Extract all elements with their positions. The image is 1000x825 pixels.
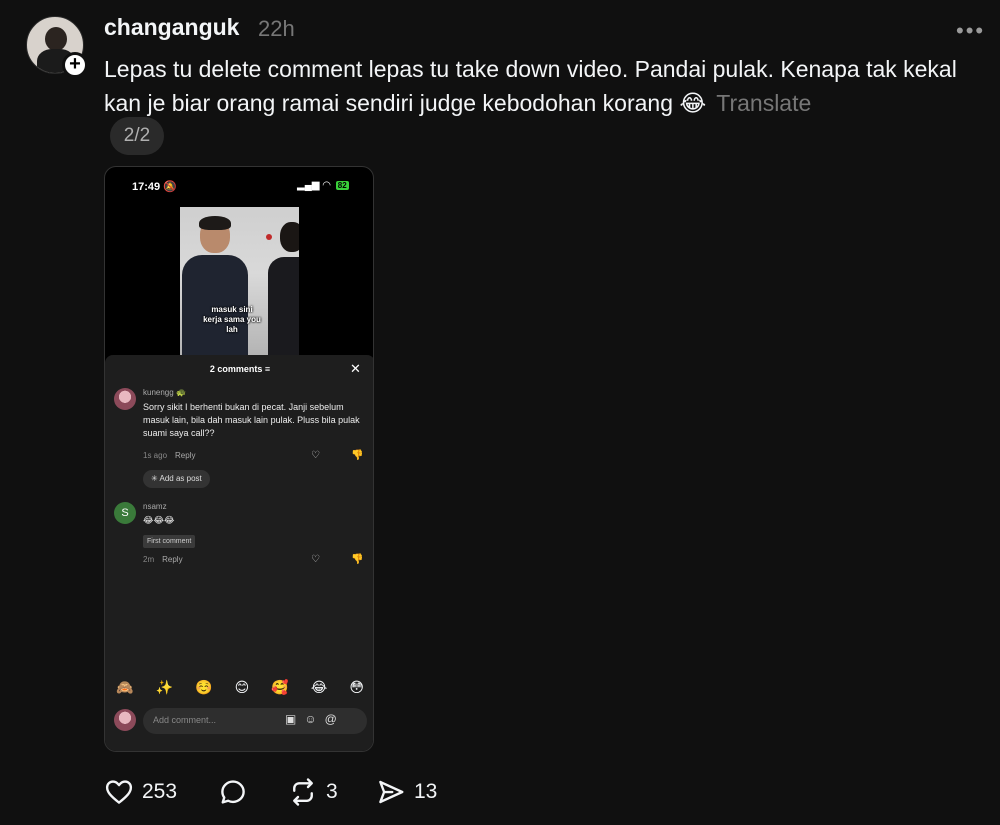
heart-icon[interactable]: ♡ xyxy=(311,450,320,461)
more-options-icon[interactable]: ••• xyxy=(956,18,985,44)
comment-time: 1s ago xyxy=(143,451,168,460)
post-text: Lepas tu delete comment lepas tu take do… xyxy=(104,52,984,120)
dislike-icon[interactable]: 👎 xyxy=(351,554,363,565)
person-hair xyxy=(199,216,231,230)
self-avatar xyxy=(114,709,136,731)
commenter-name-text: kunengg xyxy=(143,388,174,397)
status-bar-time: 17:49 🔕 xyxy=(132,180,177,193)
second-person-figure xyxy=(268,257,299,355)
first-comment-tag: First comment xyxy=(143,535,196,548)
comment-text: 😂😂😂 xyxy=(143,515,175,525)
send-icon xyxy=(379,780,404,804)
comment-text: Sorry sikit I berhenti bukan di pecat. J… xyxy=(143,402,360,438)
repost-icon xyxy=(293,778,313,806)
translate-link[interactable]: Translate xyxy=(716,90,811,116)
comment-input[interactable]: Add comment... ▣☺@ xyxy=(143,708,367,734)
like-button[interactable]: 253 xyxy=(104,772,177,812)
comment-input-placeholder: Add comment... xyxy=(153,715,217,725)
status-time-text: 17:49 xyxy=(132,181,161,193)
add-as-post-button[interactable]: ✳ Add as post xyxy=(143,470,210,488)
comment-meta: 2m Reply xyxy=(143,555,183,564)
add-as-post-label: Add as post xyxy=(159,474,202,483)
comment-button[interactable] xyxy=(218,772,248,812)
author-avatar[interactable]: + xyxy=(26,16,88,78)
image-icon[interactable]: ▣ xyxy=(285,712,304,726)
emoji-option[interactable]: 🙈 xyxy=(116,679,133,696)
commenter-name[interactable]: nsamz xyxy=(143,502,167,511)
like-count: 253 xyxy=(142,780,178,803)
emoji-option[interactable]: ✨ xyxy=(156,679,173,696)
reply-button[interactable]: Reply xyxy=(162,555,182,564)
reply-button[interactable]: Reply xyxy=(175,451,195,460)
repost-count: 3 xyxy=(326,780,338,803)
comment-meta: 1s ago Reply xyxy=(143,451,195,460)
badge-icon: 🐢 xyxy=(175,388,186,397)
second-person-head xyxy=(280,222,299,252)
status-icons: ▂▄▆ ◠ 82 xyxy=(297,180,349,191)
mention-icon[interactable]: @ xyxy=(325,712,345,726)
attached-screenshot[interactable]: 17:49 🔕 ▂▄▆ ◠ 82 masuk sini kerja sama y… xyxy=(104,166,374,752)
commenter-avatar[interactable] xyxy=(114,388,136,410)
emoji-icon[interactable]: ☺ xyxy=(304,712,324,726)
emoji-option[interactable]: 🥰 xyxy=(271,679,288,696)
username[interactable]: changanguk xyxy=(104,14,239,41)
emoji-quick-bar: 🙈 ✨ ☺️ 😊 🥰 😂 😳 xyxy=(105,679,373,696)
battery-icon: 82 xyxy=(335,181,349,190)
emoji-option[interactable]: 😂 xyxy=(311,679,327,696)
share-count: 13 xyxy=(414,780,438,803)
follow-plus-icon[interactable]: + xyxy=(62,52,88,78)
emoji-option[interactable]: 😳 xyxy=(349,679,364,696)
post-time: 22h xyxy=(258,16,295,41)
comments-count: 2 comments xyxy=(209,364,263,374)
emoji-option[interactable]: ☺️ xyxy=(195,679,212,696)
commenter-name[interactable]: kunengg 🐢 xyxy=(143,388,186,397)
media-pager-badge: 2/2 xyxy=(110,117,164,155)
dislike-icon[interactable]: 👎 xyxy=(351,450,363,461)
mute-bell-icon: 🔕 xyxy=(163,181,177,193)
input-icons: ▣☺@ xyxy=(285,712,345,726)
heart-icon xyxy=(105,780,133,804)
repost-button[interactable]: 3 xyxy=(288,772,338,812)
video-thumbnail: masuk sini kerja sama you lah xyxy=(180,207,299,355)
heart-icon[interactable]: ♡ xyxy=(311,554,320,565)
commenter-avatar[interactable]: S xyxy=(114,502,136,524)
filter-icon[interactable]: ≡ xyxy=(265,364,270,374)
avatar-head xyxy=(45,27,67,51)
comment-time: 2m xyxy=(143,555,155,564)
close-icon[interactable]: ✕ xyxy=(350,361,361,377)
red-light xyxy=(266,234,272,240)
video-caption: masuk sini kerja sama you lah xyxy=(203,305,261,334)
share-button[interactable]: 13 xyxy=(376,772,437,812)
comments-title: 2 comments ≡ xyxy=(105,364,373,374)
comment-bubble-icon xyxy=(221,780,245,804)
emoji-option[interactable]: 😊 xyxy=(235,679,250,696)
post-body: Lepas tu delete comment lepas tu take do… xyxy=(104,56,957,116)
